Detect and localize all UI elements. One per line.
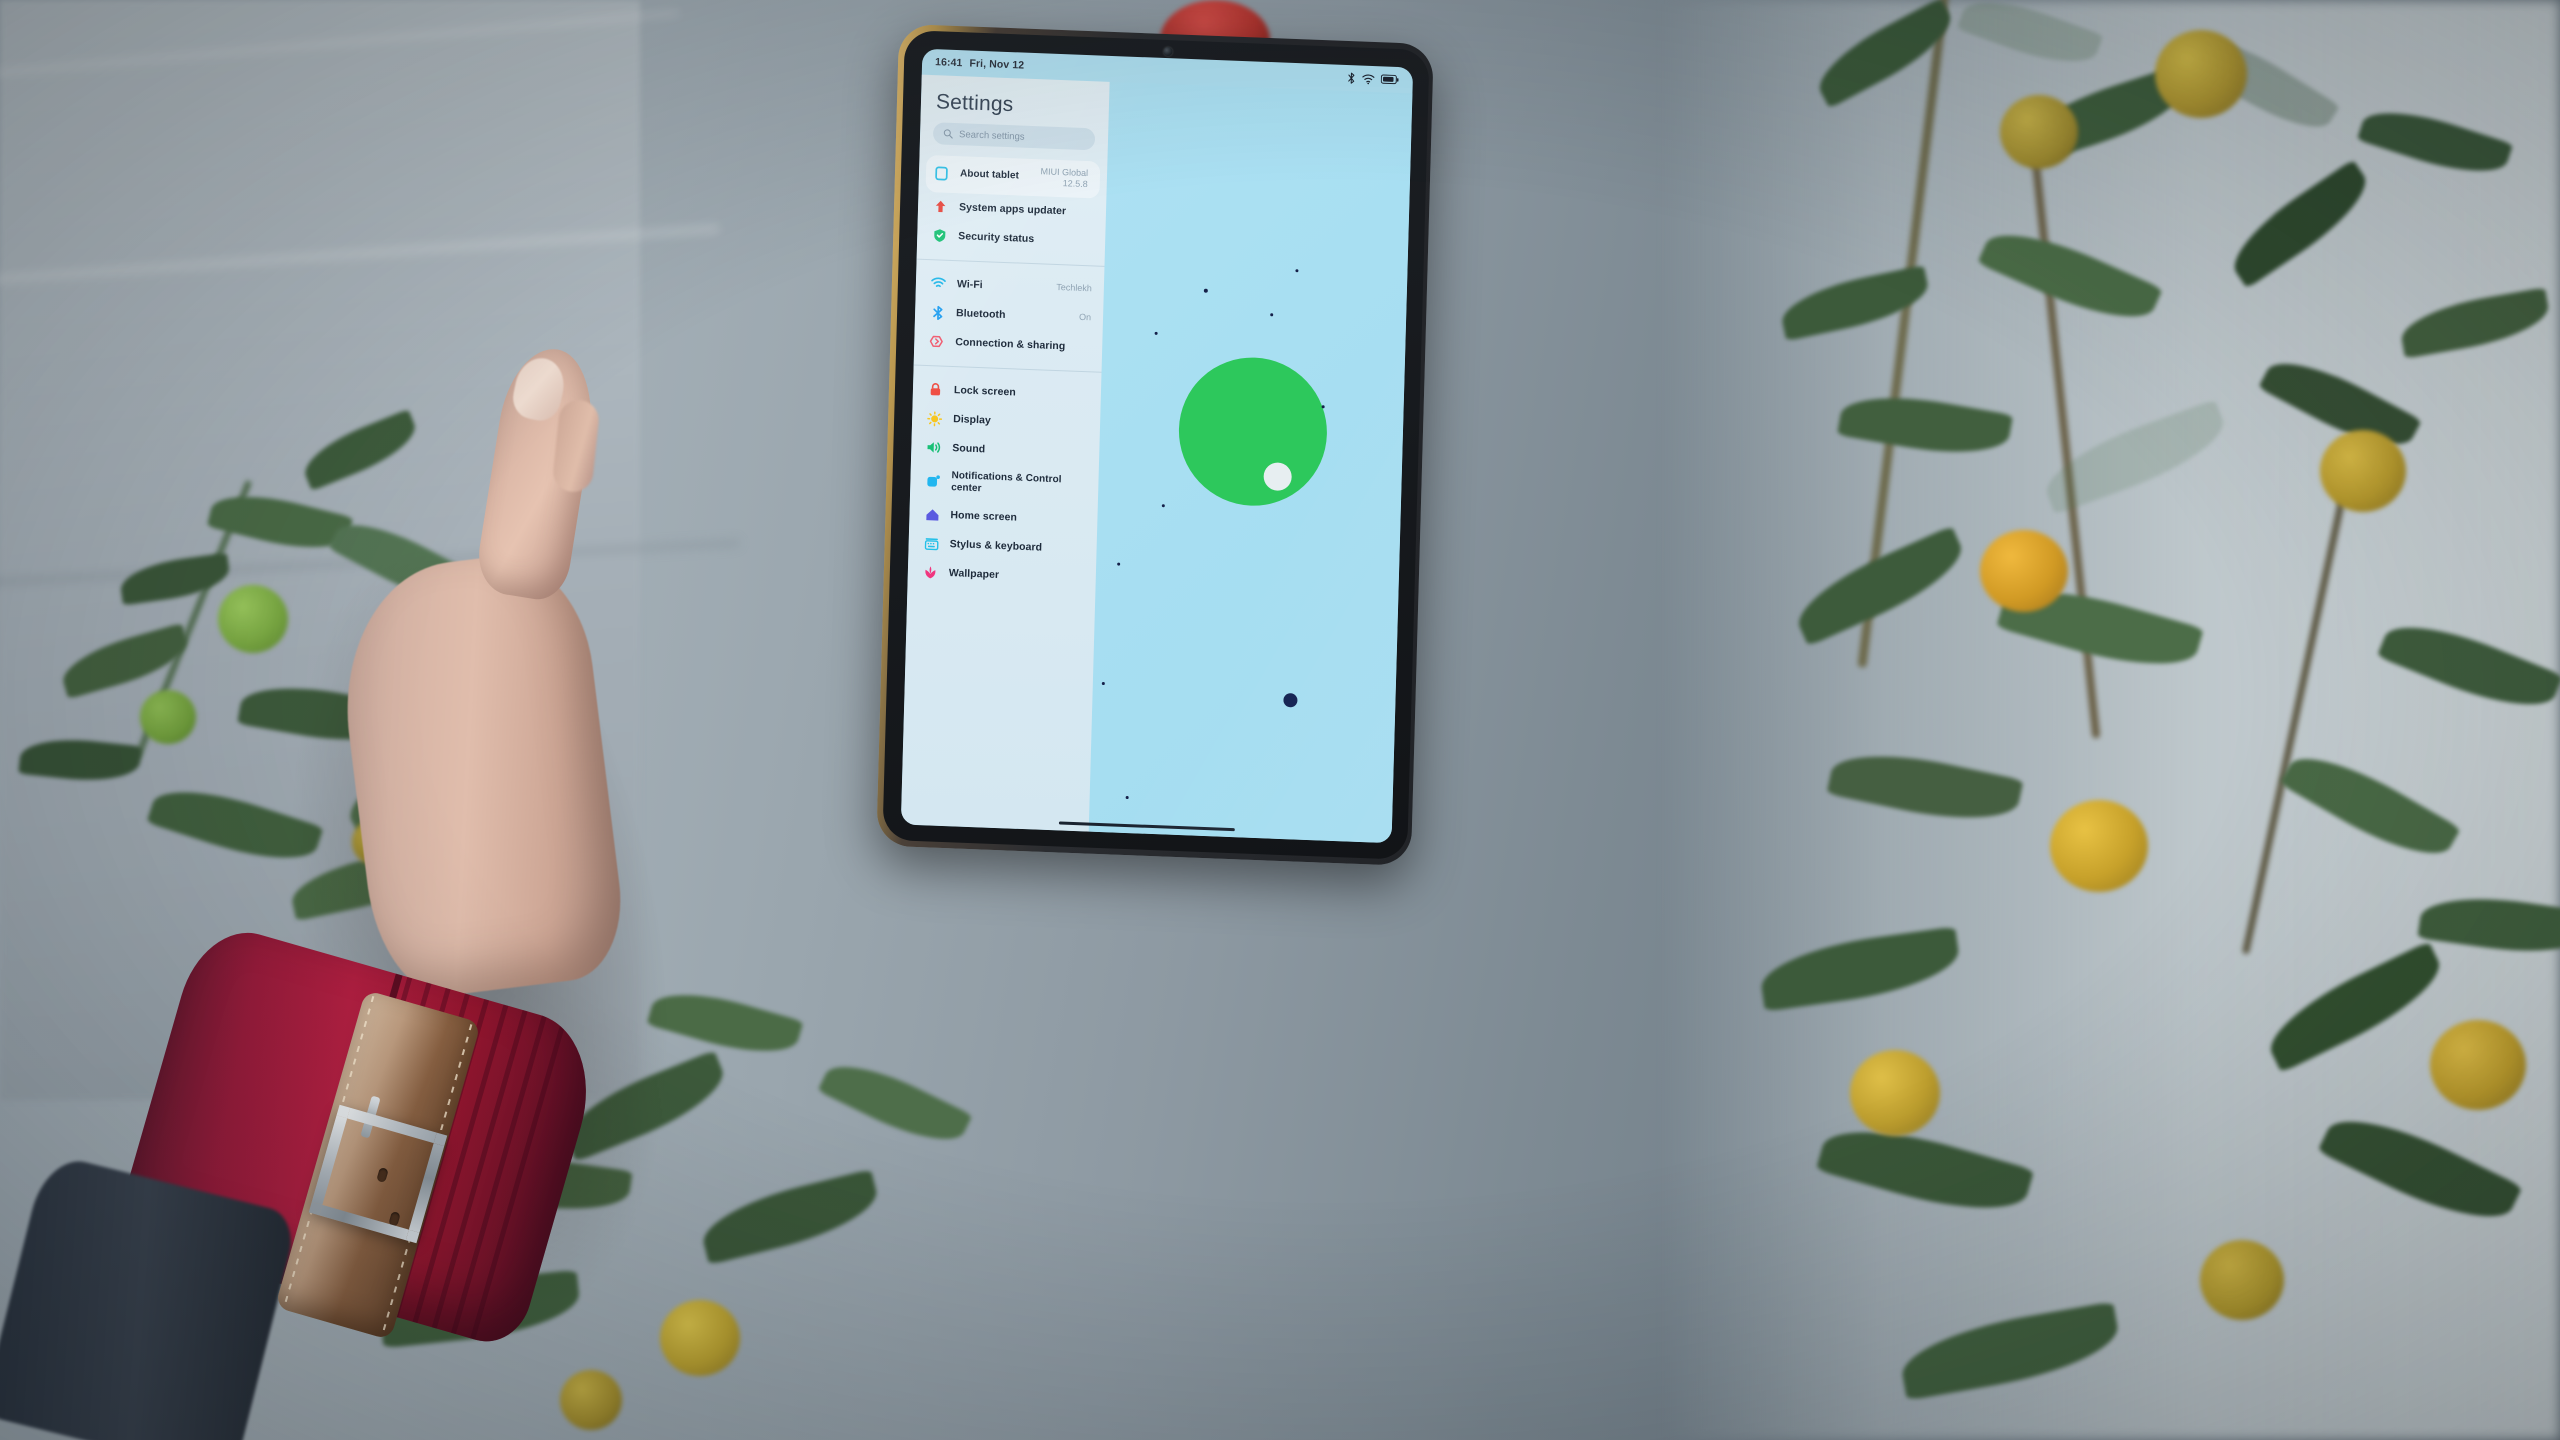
hand-and-arm (0, 0, 2560, 1440)
photo-scene: 16:41 Fri, Nov 12 Settings Search settin… (0, 0, 2560, 1440)
palm (329, 546, 631, 1004)
